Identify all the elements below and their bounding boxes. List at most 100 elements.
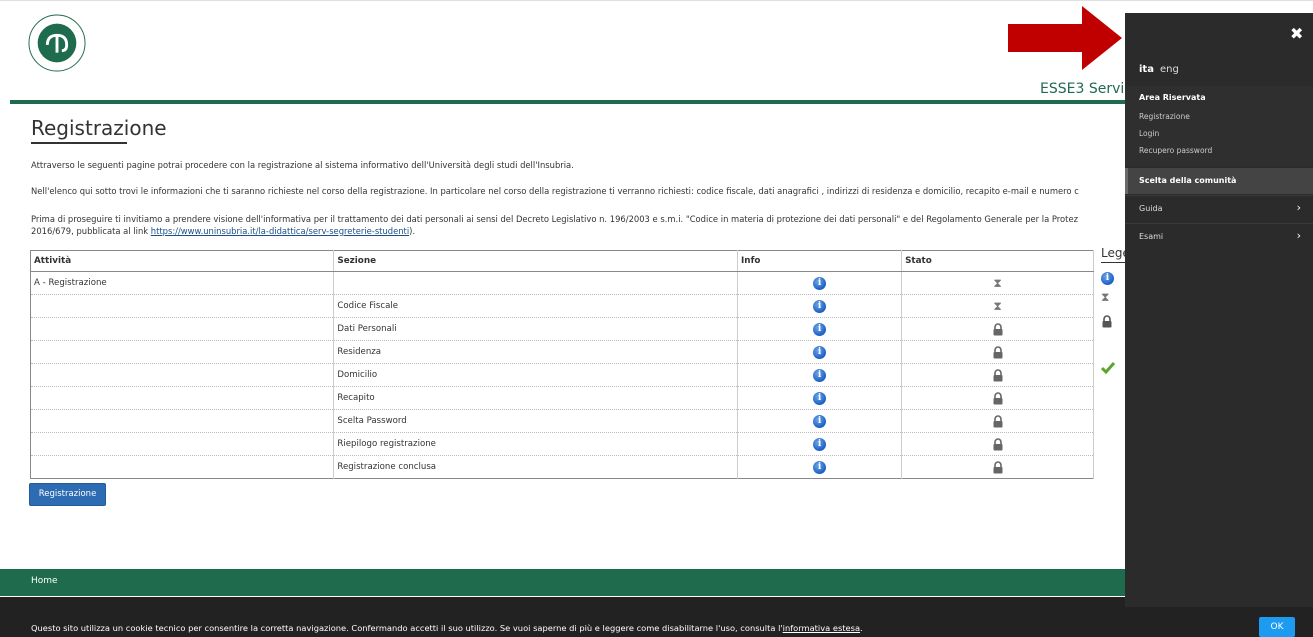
cell-sezione: Codice Fiscale bbox=[333, 294, 739, 318]
cell-attivita bbox=[30, 363, 335, 387]
cell-stato bbox=[901, 409, 1094, 433]
cell-stato: ⧗ bbox=[901, 294, 1094, 318]
cell-stato bbox=[901, 455, 1094, 479]
cell-sezione: Scelta Password bbox=[333, 409, 739, 433]
cell-stato bbox=[901, 386, 1094, 410]
cell-sezione: Registrazione conclusa bbox=[333, 455, 739, 479]
lang-eng[interactable]: eng bbox=[1160, 64, 1179, 75]
table-header-row: Attività Sezione Info Stato bbox=[30, 250, 1094, 272]
info-icon[interactable]: i bbox=[813, 368, 827, 382]
cell-info: i bbox=[737, 340, 903, 364]
cell-attivita bbox=[30, 409, 335, 433]
cell-sezione: Domicilio bbox=[333, 363, 739, 387]
info-icon[interactable]: i bbox=[813, 276, 827, 290]
table-row: Riepilogo registrazione i bbox=[30, 432, 1094, 456]
table-row: Scelta Password i bbox=[30, 409, 1094, 433]
scelta-comunita[interactable]: Scelta della comunità bbox=[1125, 168, 1313, 194]
cell-attivita bbox=[30, 455, 335, 479]
intro-paragraph: Attraverso le seguenti pagine potrai pro… bbox=[31, 160, 574, 170]
cell-info: i bbox=[737, 294, 903, 318]
lock-icon bbox=[993, 368, 1003, 381]
table-row: A - Registrazione i ⧗ bbox=[30, 271, 1094, 295]
cell-attivita bbox=[30, 432, 335, 456]
lock-icon bbox=[993, 460, 1003, 473]
cookie-suffix: . bbox=[860, 623, 863, 633]
registration-table: Attività Sezione Info Stato A - Registra… bbox=[30, 250, 1094, 479]
info-icon[interactable]: i bbox=[813, 299, 827, 313]
info-icon[interactable]: i bbox=[813, 345, 827, 359]
header-divider bbox=[10, 100, 1140, 104]
privacy-suffix: ). bbox=[409, 226, 416, 236]
privacy-paragraph-line2: 2016/679, pubblicata al link https://www… bbox=[31, 226, 415, 236]
legend-info-icon: i bbox=[1101, 272, 1114, 285]
side-link-recupero-password[interactable]: Recupero password bbox=[1139, 146, 1212, 155]
cell-stato bbox=[901, 432, 1094, 456]
table-row: Recapito i bbox=[30, 386, 1094, 410]
privacy-paragraph-line1: Prima di proseguire ti invitiamo a prend… bbox=[31, 214, 1079, 224]
legend-check-icon bbox=[1101, 362, 1115, 374]
registrazione-button[interactable]: Registrazione bbox=[29, 483, 106, 506]
info-icon[interactable]: i bbox=[813, 460, 827, 474]
guida-label: Guida bbox=[1139, 204, 1163, 213]
cell-info: i bbox=[737, 409, 903, 433]
cell-stato bbox=[901, 340, 1094, 364]
cell-info: i bbox=[737, 271, 903, 295]
cell-attivita bbox=[30, 386, 335, 410]
cookie-info-link[interactable]: informativa estesa bbox=[783, 623, 860, 633]
cell-sezione: Residenza bbox=[333, 340, 739, 364]
header-attivita: Attività bbox=[30, 250, 335, 272]
title-underline bbox=[31, 142, 127, 144]
cell-info: i bbox=[737, 386, 903, 410]
cell-attivita bbox=[30, 294, 335, 318]
cookie-text: Questo sito utilizza un cookie tecnico p… bbox=[31, 623, 863, 633]
hourglass-icon: ⧗ bbox=[993, 276, 1002, 290]
lock-icon bbox=[993, 391, 1003, 404]
table-row: Residenza i bbox=[30, 340, 1094, 364]
cell-stato bbox=[901, 317, 1094, 341]
footer-home-link[interactable]: Home bbox=[31, 576, 58, 586]
lock-icon bbox=[993, 345, 1003, 358]
scelta-comunita-label: Scelta della comunità bbox=[1139, 176, 1237, 185]
cell-attivita bbox=[30, 340, 335, 364]
app-title: ESSE3 Servi bbox=[1040, 81, 1125, 97]
side-link-registrazione[interactable]: Registrazione bbox=[1139, 112, 1190, 121]
cookie-message: Questo sito utilizza un cookie tecnico p… bbox=[31, 623, 783, 633]
chevron-right-icon: › bbox=[1296, 229, 1301, 242]
cookie-ok-button[interactable]: OK bbox=[1259, 617, 1295, 637]
privacy-prefix: 2016/679, pubblicata al link bbox=[31, 226, 151, 236]
side-menu-esami[interactable]: Esami › bbox=[1125, 223, 1313, 252]
chevron-right-icon: › bbox=[1296, 201, 1301, 214]
info-icon[interactable]: i bbox=[813, 322, 827, 336]
close-icon[interactable]: ✖ bbox=[1290, 24, 1303, 43]
cell-stato bbox=[901, 363, 1094, 387]
privacy-link[interactable]: https://www.uninsubria.it/la-didattica/s… bbox=[151, 226, 409, 236]
cell-sezione: Riepilogo registrazione bbox=[333, 432, 739, 456]
cell-attivita bbox=[30, 317, 335, 341]
legend-underline bbox=[1101, 262, 1125, 263]
table-row: Registrazione conclusa i bbox=[30, 455, 1094, 479]
lock-icon bbox=[993, 322, 1003, 335]
legend-hourglass-icon: ⧗ bbox=[1101, 290, 1110, 304]
lock-icon bbox=[993, 437, 1003, 450]
cell-info: i bbox=[737, 455, 903, 479]
info-icon[interactable]: i bbox=[813, 414, 827, 428]
info-icon[interactable]: i bbox=[813, 437, 827, 451]
side-menu-guida[interactable]: Guida › bbox=[1125, 195, 1313, 224]
cell-info: i bbox=[737, 363, 903, 387]
lang-ita[interactable]: ita bbox=[1139, 64, 1154, 75]
footer-bar bbox=[0, 569, 1313, 596]
side-link-login[interactable]: Login bbox=[1139, 129, 1159, 138]
area-riservata-title: Area Riservata bbox=[1139, 93, 1206, 102]
table-row: Dati Personali i bbox=[30, 317, 1094, 341]
cell-sezione: Recapito bbox=[333, 386, 739, 410]
table-body: A - Registrazione i ⧗ Codice Fiscale i ⧗ Dati … bbox=[30, 271, 1094, 479]
header-info: Info bbox=[737, 250, 903, 272]
header-sezione: Sezione bbox=[333, 250, 739, 272]
cell-info: i bbox=[737, 432, 903, 456]
info-paragraph: Nell'elenco qui sotto trovi le informazi… bbox=[31, 186, 1079, 196]
page-title: Registrazione bbox=[31, 116, 167, 140]
university-logo[interactable] bbox=[28, 14, 86, 72]
lock-icon bbox=[993, 414, 1003, 427]
esami-label: Esami bbox=[1139, 232, 1164, 241]
info-icon[interactable]: i bbox=[813, 391, 827, 405]
